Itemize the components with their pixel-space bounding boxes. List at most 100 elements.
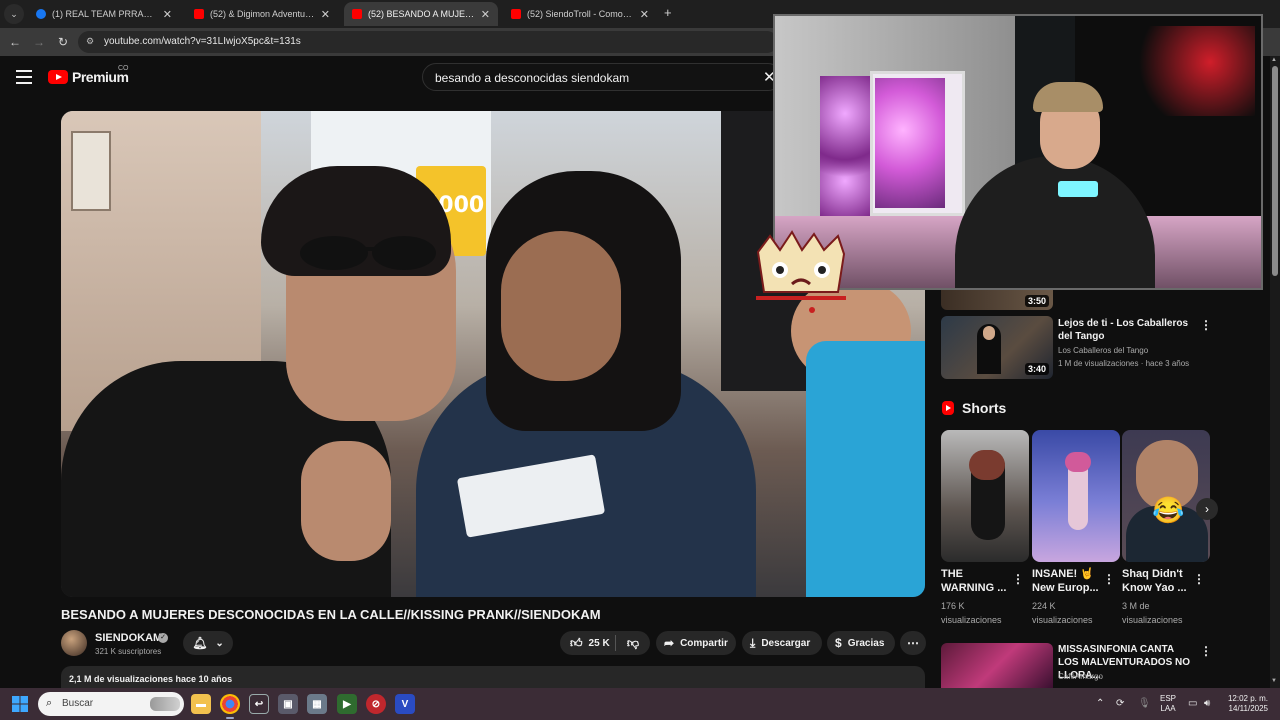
tab-siendotroll[interactable]: (52) SiendoTroll - Como salir co ✕ [503, 2, 657, 26]
download-label: Descargar [761, 637, 811, 649]
windows-start-icon[interactable] [12, 696, 28, 712]
channel-avatar[interactable] [61, 630, 87, 656]
volume-icon[interactable]: 🔊︎ [1204, 698, 1210, 709]
shorts-next-chevron-icon[interactable]: › [1196, 498, 1218, 520]
short-performer-hair [1065, 452, 1091, 472]
share-button[interactable]: ➦ Compartir [656, 631, 736, 655]
file-explorer-icon[interactable]: ▬ [191, 694, 211, 714]
youtube-header: Premium CO besando a desconocidas siendo… [0, 56, 782, 100]
photo-app-icon[interactable]: ▣ [278, 694, 298, 714]
windows-taskbar: ⌕ Buscar ▬ ↩ ▣ ▦ ▶ ⊘ V ⌃ ⟳ 🎙︎ ESP LAA ▭ … [0, 688, 1280, 720]
subscribe-notifications-button[interactable]: 🔔︎ ⌄ [183, 631, 233, 655]
v-app-icon[interactable]: V [395, 694, 415, 714]
video-channel[interactable]: Los Caballeros del Tango [1058, 346, 1148, 355]
video-frame-hand [301, 441, 391, 561]
taskbar-search-box[interactable]: ⌕ Buscar [38, 692, 184, 716]
video-thumbnail-missasinfonia[interactable] [941, 643, 1053, 688]
tab-facebook[interactable]: (1) REAL TEAM PRRAS! | Facebo ✕ [28, 2, 180, 26]
video-frame-window [71, 131, 111, 211]
scroll-down-arrow-icon[interactable]: ▼ [1271, 678, 1279, 686]
youtube-icon [352, 9, 362, 19]
scroll-up-arrow-icon[interactable]: ▲ [1271, 57, 1279, 65]
thanks-button[interactable]: $ Gracias [827, 631, 895, 655]
url-text[interactable]: youtube.com/watch?v=31LIwjoX5pc&t=131s [104, 36, 301, 47]
scrollbar-thumb[interactable] [1272, 66, 1278, 276]
clock-date: 14/11/2025 [1228, 704, 1268, 713]
site-info-icon[interactable]: ⚙ [86, 36, 98, 48]
short-performer-hair [969, 450, 1005, 480]
short-views: 176 K visualizaciones [941, 601, 1002, 625]
tab-search-chevron-icon[interactable]: ⌄ [4, 4, 24, 24]
share-arrow-icon: ➦ [664, 636, 675, 650]
webcam-mic-light [1058, 181, 1098, 197]
close-icon[interactable]: ✕ [163, 8, 172, 21]
page-scrollbar[interactable] [1270, 56, 1280, 688]
thanks-label: Gracias [847, 637, 885, 649]
chevron-down-icon: ⌄ [215, 637, 224, 649]
more-options-icon[interactable]: ⋮ [1200, 644, 1212, 658]
opera-gx-icon[interactable]: ⊘ [366, 694, 386, 714]
menu-hamburger-icon[interactable] [16, 70, 32, 84]
video-channel[interactable]: CaféAmargo [1058, 672, 1103, 681]
video-thumbnail-lejos-de-ti[interactable]: 3:40 [941, 316, 1053, 379]
new-tab-plus-icon[interactable]: + [664, 5, 678, 21]
youtube-icon [194, 9, 204, 19]
duration-badge: 3:50 [1024, 295, 1049, 307]
tab-label: (52) & Digimon Adventure — B [210, 9, 315, 19]
facebook-icon [36, 9, 46, 19]
close-icon[interactable]: ✕ [481, 8, 490, 21]
omnibox[interactable]: ⚙ youtube.com/watch?v=31LIwjoX5pc&t=131s [78, 31, 778, 53]
clock[interactable]: 12:02 p. m. 14/11/2025 [1224, 694, 1268, 714]
close-icon[interactable]: ✕ [321, 8, 330, 21]
microphone-icon[interactable]: 🎙︎ [1138, 698, 1151, 709]
more-horizontal-icon: ⋯ [907, 636, 919, 650]
thumbs-up-icon: 👍︎ [570, 635, 583, 650]
onedrive-sync-icon[interactable]: ⟳ [1116, 698, 1124, 709]
back-arrow-icon[interactable]: ← [7, 34, 23, 50]
active-app-indicator [226, 717, 234, 719]
more-options-icon[interactable]: ⋮ [1193, 572, 1205, 586]
short-card-shaq[interactable]: 😂 [1122, 430, 1210, 562]
shorts-header: Shorts [942, 398, 1006, 418]
network-icon[interactable]: ▭ [1188, 698, 1197, 709]
more-actions-button[interactable]: ⋯ [900, 631, 926, 655]
webcam-rgb-fans [820, 76, 870, 226]
thumbnail-face [983, 326, 995, 340]
youtube-premium-logo[interactable]: Premium [48, 68, 129, 86]
dislike-button[interactable]: 👎︎ [616, 635, 650, 651]
taskbar-search-placeholder: Buscar [62, 698, 94, 709]
video-meta: 1 M de visualizaciones · hace 3 años [1058, 359, 1190, 368]
tab-besando-active[interactable]: (52) BESANDO A MUJERES DES ✕ [344, 2, 498, 26]
more-options-icon[interactable]: ⋮ [1103, 572, 1115, 586]
tab-digimon[interactable]: (52) & Digimon Adventure — B ✕ [186, 2, 338, 26]
short-card-the-warning[interactable] [941, 430, 1029, 562]
verified-check-icon: ✓ [158, 633, 168, 643]
reload-icon[interactable]: ↻ [55, 34, 71, 50]
chrome-icon[interactable] [220, 694, 240, 714]
short-title[interactable]: THE WARNING ... [941, 567, 1011, 595]
like-button[interactable]: 👍︎ 25 K [560, 635, 616, 651]
media-player-icon[interactable]: ▶ [337, 694, 357, 714]
short-title[interactable]: Shaq Didn't Know Yao ... [1122, 567, 1192, 595]
channel-name[interactable]: SIENDOKAM [95, 632, 162, 644]
tray-chevron-up-icon[interactable]: ⌃ [1096, 698, 1104, 709]
more-options-icon[interactable]: ⋮ [1012, 572, 1024, 586]
input-language-indicator[interactable]: ESP LAA [1160, 694, 1176, 714]
partial-video-thumbnail[interactable]: 3:50 [941, 290, 1053, 310]
short-card-insane[interactable] [1032, 430, 1120, 562]
short-views: 224 K visualizaciones [1032, 601, 1093, 625]
short-views: 3 M de visualizaciones [1122, 601, 1183, 625]
subscriber-count: 321 K suscriptores [95, 647, 162, 656]
download-button[interactable]: ⤓ Descargar [742, 631, 822, 655]
tab-label: (1) REAL TEAM PRRAS! | Facebo [52, 9, 157, 19]
lang-bottom: LAA [1160, 704, 1176, 713]
forward-arrow-icon[interactable]: → [31, 34, 47, 50]
more-options-icon[interactable]: ⋮ [1200, 318, 1212, 332]
search-input[interactable]: besando a desconocidas siendokam ✕ [422, 63, 782, 91]
close-icon[interactable]: ✕ [640, 8, 649, 21]
calculator-icon[interactable]: ▦ [307, 694, 327, 714]
search-query-text[interactable]: besando a desconocidas siendokam [435, 71, 629, 85]
video-title-lejos-de-ti[interactable]: Lejos de ti - Los Caballeros del Tango [1058, 317, 1193, 343]
short-title[interactable]: INSANE! 🤘 New Europ... [1032, 567, 1102, 595]
arrow-app-icon[interactable]: ↩ [249, 694, 269, 714]
